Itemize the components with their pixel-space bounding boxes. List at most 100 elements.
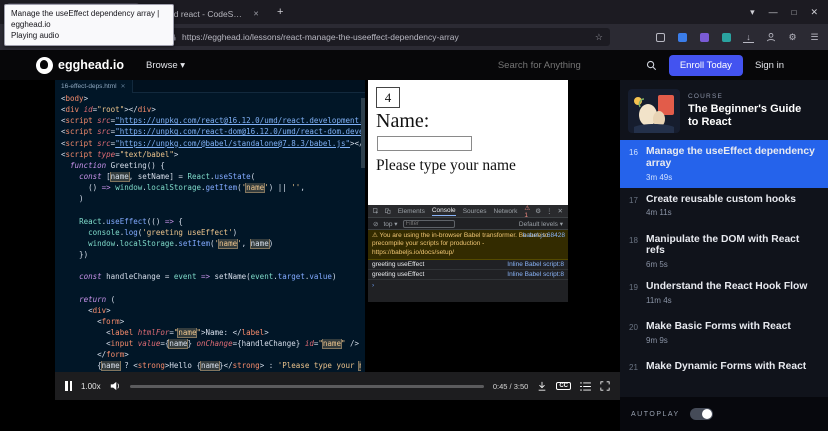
search-icon[interactable] [646,60,657,71]
log-text: greeting useEffect [372,261,424,268]
course-artwork [628,89,680,133]
devtools-tab-console: Console [432,207,456,216]
devtools-tab-network: Network [494,208,518,215]
preview-name-label: Name: [376,110,568,133]
devtools-more-icon: ⋮ [546,207,553,215]
preview-name-input [377,136,472,151]
lesson-number: 20 [629,321,639,349]
lesson-title: Create reusable custom hooks [646,194,796,206]
devtools-close-icon: ✕ [558,207,563,215]
preview-counter-box: 4 [376,87,400,108]
log-text: greeting useEffect [372,271,424,278]
video-code-editor: 16-effect-deps.html ✕ <body><div id="roo… [55,80,365,372]
lesson-item[interactable]: 18 Manipulate the DOM with React refs 6m… [620,228,828,276]
extension-blue-icon[interactable] [677,32,688,43]
site-search [498,60,657,71]
editor-tab-close-icon: ✕ [121,83,126,90]
device-toolbar-icon [385,207,390,215]
volume-icon[interactable] [110,381,121,391]
fullscreen-icon[interactable] [600,381,610,391]
player-controls: 1.00x 0:45 / 3:50 CC [55,372,620,400]
devtools-tab-sources: Sources [463,208,487,215]
menu-icon[interactable]: ☰ [809,32,820,43]
lesson-duration: 6m 5s [646,260,819,269]
new-tab-button[interactable]: + [269,6,291,18]
video-devtools: Elements Console Sources Network ⚠ 1 ⚙ ⋮… [368,205,568,302]
tab-close-icon[interactable]: ✕ [251,9,261,19]
lesson-item[interactable]: 17 Create reusable custom hooks 4m 11s [620,188,828,228]
log-source-link: Inline Babel script:8 [507,271,564,278]
devtools-tab-bar: Elements Console Sources Network ⚠ 1 ⚙ ⋮… [368,205,568,218]
bookmark-star-icon[interactable]: ☆ [595,32,603,43]
course-label: COURSE [688,93,806,100]
enroll-today-button[interactable]: Enroll Today [669,55,743,76]
lesson-title: Make Basic Forms with React [646,321,791,333]
egghead-logo-icon [36,57,53,74]
lesson-number: 21 [629,361,639,389]
course-header[interactable]: COURSE The Beginner's Guide to React [620,80,828,140]
extensions-puzzle-icon[interactable] [655,32,666,43]
time-display: 0:45 / 3:50 [493,382,528,391]
lesson-number: 16 [629,146,639,182]
lesson-title: Manage the useEffect dependency array [646,146,819,170]
inspect-element-icon [373,207,378,215]
devtools-error-badge: ⚠ 1 [524,205,530,219]
course-title: The Beginner's Guide to React [688,103,806,129]
course-sidebar: COURSE The Beginner's Guide to React 16 … [620,80,828,431]
url-text: https://egghead.io/lessons/react-manage-… [182,32,590,42]
lesson-duration: 9m 9s [646,336,791,345]
download-icon[interactable] [537,381,547,391]
lesson-item[interactable]: 21 Make Dynamic Forms with React [620,355,828,395]
tooltip-status: Playing audio [11,30,167,41]
preview-prompt-text: Please type your name [376,157,568,175]
tab-title: ...nd react - CodeSandbox [162,9,246,19]
lesson-item-current[interactable]: 16 Manage the useEffect dependency array… [620,140,828,188]
maximize-window-icon[interactable]: □ [792,8,797,17]
account-icon[interactable] [765,32,776,43]
console-log-row: greeting useEffect Inline Babel script:8 [368,270,568,280]
search-input[interactable] [498,60,638,71]
downloads-icon[interactable]: ↓ [743,32,754,43]
playback-speed-button[interactable]: 1.00x [81,382,101,391]
lesson-title: Make Dynamic Forms with React [646,361,806,373]
captions-icon[interactable]: CC [556,382,571,390]
video-player[interactable]: 16-effect-deps.html ✕ <body><div id="roo… [55,80,620,400]
browse-menu[interactable]: Browse ▾ [146,60,185,71]
close-window-icon[interactable]: ✕ [810,7,818,18]
log-source-link: Inline Babel script:8 [507,261,564,268]
pause-button[interactable] [65,381,72,391]
lesson-list: 16 Manage the useEffect dependency array… [620,140,828,397]
console-filter-input [403,220,455,228]
devtools-settings-icon: ⚙ [535,207,541,215]
lesson-item[interactable]: 20 Make Basic Forms with React 9m 9s [620,315,828,355]
progress-bar[interactable] [130,385,484,388]
autoplay-toggle[interactable] [690,408,713,420]
lesson-duration: 11m 4s [646,296,807,305]
console-clear-icon: ⊘ [373,220,378,228]
console-log-row: greeting useEffect Inline Babel script:8 [368,260,568,270]
tooltip-title: Manage the useEffect dependency array | … [11,8,167,30]
video-browser-preview: 4 Name: Please type your name [368,80,568,205]
egghead-logo[interactable]: egghead.io [36,57,124,74]
brand-name: egghead.io [58,58,124,72]
console-warning-row: ⚠ You are using the in-browser Babel tra… [368,230,568,260]
code-area: <body><div id="root"></div><script src="… [55,94,361,372]
tab-tooltip: Manage the useEffect dependency array | … [4,4,174,46]
console-levels-select: Default levels ▾ [519,220,563,228]
chapters-icon[interactable] [580,382,591,391]
settings-gear-icon[interactable]: ⚙ [787,32,798,43]
warning-source-link: babel.js:68428 [523,232,565,241]
extension-purple-icon[interactable] [699,32,710,43]
autoplay-label: AUTOPLAY [631,411,680,418]
sign-in-link[interactable]: Sign in [755,60,784,71]
site-header: egghead.io Browse ▾ Enroll Today Sign in [0,50,828,80]
autoplay-bar: AUTOPLAY [620,397,828,431]
lesson-item[interactable]: 19 Understand the React Hook Flow 11m 4s [620,275,828,315]
lesson-title: Understand the React Hook Flow [646,281,807,293]
minimize-window-icon[interactable]: — [769,7,778,17]
list-tabs-icon[interactable]: ▾ [750,7,755,18]
url-bar[interactable]: https://egghead.io/lessons/react-manage-… [148,28,610,46]
toggle-knob [702,409,712,419]
editor-tab-bar: 16-effect-deps.html ✕ [55,80,365,93]
extension-teal-icon[interactable] [721,32,732,43]
